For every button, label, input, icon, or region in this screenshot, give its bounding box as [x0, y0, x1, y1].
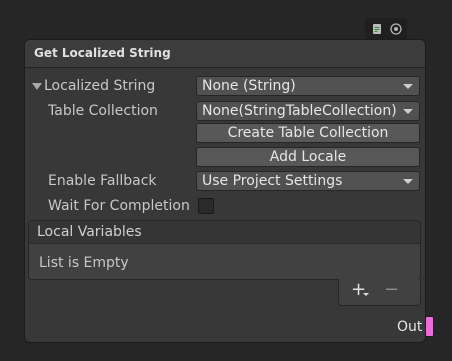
add-item-button[interactable]: + — [351, 280, 366, 300]
chevron-down-icon — [403, 179, 413, 184]
table-collection-value: None(StringTableCollection) — [202, 103, 397, 119]
create-table-collection-button[interactable]: Create Table Collection — [196, 123, 420, 143]
add-locale-button[interactable]: Add Locale — [196, 147, 420, 167]
get-localized-string-node[interactable]: Get Localized String Localized String No… — [25, 40, 434, 342]
chevron-down-icon — [403, 109, 413, 114]
table-collection-label: Table Collection — [48, 103, 158, 119]
out-port-label: Out — [397, 319, 423, 335]
enable-fallback-dropdown[interactable]: Use Project Settings — [196, 171, 420, 191]
graph-canvas[interactable]: Get Localized String Localized String No… — [0, 0, 452, 361]
enable-fallback-label: Enable Fallback — [48, 173, 157, 189]
node-title: Get Localized String — [34, 46, 171, 60]
wait-for-completion-label: Wait For Completion — [48, 198, 190, 214]
local-variables-list: Local Variables List is Empty — [28, 220, 421, 280]
local-variables-header[interactable]: Local Variables — [29, 221, 420, 244]
wait-for-completion-checkbox[interactable] — [198, 198, 214, 214]
table-collection-dropdown[interactable]: None(StringTableCollection) — [196, 101, 420, 121]
localized-string-dropdown[interactable]: None (String) — [196, 76, 420, 96]
localized-string-value: None (String) — [202, 78, 296, 94]
node-toolbar — [365, 18, 407, 40]
add-dropdown-caret-icon[interactable] — [363, 293, 369, 296]
foldout-arrow-icon[interactable] — [32, 83, 42, 90]
list-footer: + − — [338, 279, 421, 306]
enable-fallback-value: Use Project Settings — [202, 173, 343, 189]
localized-string-label[interactable]: Localized String — [44, 78, 155, 94]
out-port[interactable] — [425, 316, 434, 337]
node-header[interactable]: Get Localized String — [25, 40, 425, 68]
local-variables-header-label: Local Variables — [37, 224, 142, 240]
document-icon[interactable] — [371, 23, 383, 35]
remove-item-button[interactable]: − — [384, 280, 399, 300]
chevron-down-icon — [403, 84, 413, 89]
list-empty-text: List is Empty — [39, 255, 129, 271]
settings-circle-icon[interactable] — [389, 23, 402, 35]
